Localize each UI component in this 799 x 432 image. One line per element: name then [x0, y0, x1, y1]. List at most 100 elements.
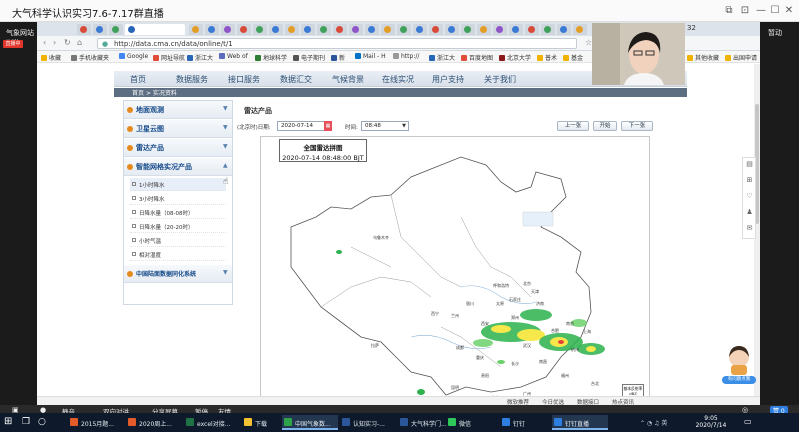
bookmark-item[interactable]: 收藏 — [41, 53, 61, 62]
sidebar-item-daily-precip-20[interactable]: 日降水量（20-20时） — [130, 220, 226, 233]
time-select[interactable]: 08:48 ▼ — [361, 121, 409, 131]
browser-tab-active[interactable] — [125, 24, 185, 35]
sidebar-section-land-assimilation[interactable]: 中国陆面数据同化系统 ▼ — [124, 265, 232, 283]
close-button[interactable]: ✕ — [782, 4, 796, 18]
browser-tab[interactable] — [429, 24, 443, 35]
nav-data-submission[interactable]: 数据汇交 — [280, 74, 312, 85]
radar-mosaic-map[interactable]: 乌鲁木齐 呼和浩特 北京 天津 石家庄 太原 银川 兰州 西宁 西安 郑州 济南… — [260, 136, 650, 426]
sidebar-section-grid-products[interactable]: 智能网格实况产品 ▲ — [124, 158, 232, 176]
browser-tab[interactable] — [285, 24, 299, 35]
sidebar-item-relative-humidity[interactable]: 相对湿度 — [130, 248, 226, 261]
bookmark-item[interactable]: Web of — [219, 53, 248, 60]
taskbar-clock[interactable]: 9:05 2020/7/14 — [688, 415, 734, 429]
notification-icon[interactable]: ▭ — [744, 417, 752, 426]
browser-tab[interactable] — [509, 24, 523, 35]
back-icon[interactable]: ‹ — [43, 38, 46, 47]
browser-tab[interactable] — [189, 24, 203, 35]
sidebar-item-hourly-temp[interactable]: 小时气温 — [130, 234, 226, 247]
sidebar-item-1h-precip[interactable]: 1小时降水 — [130, 178, 226, 191]
address-bar[interactable]: ● http://data.cma.cn/data/online/t/1 — [97, 38, 577, 49]
nav-user-support[interactable]: 用户支持 — [432, 74, 464, 85]
bookmark-item[interactable]: 普术 — [537, 53, 557, 62]
home-icon[interactable]: ⌂ — [77, 38, 82, 47]
browser-tab[interactable] — [381, 24, 395, 35]
system-tray-icons[interactable]: ⌃ ◔ ♫ 英 — [640, 418, 667, 427]
bookmark-item[interactable]: 北京大学 — [499, 53, 531, 62]
taskbar-item-active[interactable]: 钉钉直播 — [552, 415, 608, 430]
browser-tab[interactable] — [253, 24, 267, 35]
bookmark-item[interactable]: 电子期刊 — [293, 53, 325, 62]
bookmark-item[interactable]: 手机收藏夹 — [71, 53, 109, 62]
nav-data-service[interactable]: 数据服务 — [176, 74, 208, 85]
previous-frame-button[interactable]: 上一张 — [557, 121, 589, 131]
task-view-icon[interactable]: ❐ — [22, 416, 34, 428]
restore-window-icon[interactable]: ⧉ — [722, 4, 736, 18]
browser-tab[interactable] — [333, 24, 347, 35]
bookmark-item[interactable]: Google — [119, 53, 148, 60]
taskbar-item-active[interactable]: 中国气象数... — [282, 415, 338, 430]
refresh-icon[interactable]: ↻ — [64, 38, 71, 47]
taskbar-item[interactable]: 认知实习-... — [340, 415, 396, 430]
browser-tab[interactable] — [269, 24, 283, 35]
browser-tab[interactable] — [525, 24, 539, 35]
browser-tab[interactable] — [541, 24, 555, 35]
browser-tab[interactable] — [365, 24, 379, 35]
feedback-icon[interactable]: ✉ — [745, 224, 754, 233]
browser-tab[interactable] — [237, 24, 251, 35]
bookmark-item[interactable]: 其他收藏 — [687, 53, 719, 62]
browser-tab[interactable] — [477, 24, 491, 35]
bookmark-item[interactable]: Mail - H — [355, 53, 386, 60]
browser-tab[interactable] — [93, 24, 107, 35]
cart-icon[interactable]: ⊞ — [745, 176, 754, 185]
bookmark-item[interactable]: 百度地图 — [461, 53, 493, 62]
browser-tab[interactable] — [557, 24, 571, 35]
sidebar-section-surface-obs[interactable]: 地面观测 ▼ — [124, 101, 232, 119]
taskbar-item[interactable]: 钉钉 — [500, 415, 546, 430]
bookmark-item[interactable]: 出国申请 — [725, 53, 757, 62]
start-animation-button[interactable]: 开始 — [593, 121, 617, 131]
browser-tab[interactable] — [493, 24, 507, 35]
browser-tab[interactable] — [573, 24, 587, 35]
nav-live-observations[interactable]: 在线实况 — [382, 74, 414, 85]
nav-about-us[interactable]: 关于我们 — [484, 74, 516, 85]
browser-tab[interactable] — [205, 24, 219, 35]
browser-tab[interactable] — [413, 24, 427, 35]
bookmark-item[interactable]: 浙江大 — [187, 53, 213, 62]
taskbar-item[interactable]: 2020周上... — [126, 415, 182, 430]
nav-climate-background[interactable]: 气候背景 — [332, 74, 364, 85]
browser-tab[interactable] — [109, 24, 123, 35]
document-icon[interactable]: ▤ — [745, 160, 754, 169]
minimize-button[interactable]: — — [754, 4, 768, 18]
browser-tab[interactable] — [301, 24, 315, 35]
browser-tab[interactable] — [77, 24, 91, 35]
taskbar-item[interactable]: excel对接... — [184, 415, 240, 430]
nav-home[interactable]: 首页 — [130, 74, 146, 85]
browser-tab[interactable] — [397, 24, 411, 35]
bookmark-item[interactable]: http:// — [393, 53, 419, 60]
sidebar-section-satellite[interactable]: 卫星云图 ▼ — [124, 120, 232, 138]
bookmark-item[interactable]: 基金 — [563, 53, 583, 62]
heart-icon[interactable]: ♡ — [745, 192, 754, 201]
calendar-icon[interactable]: ▦ — [324, 121, 332, 131]
user-icon[interactable]: ♟ — [745, 208, 754, 217]
sidebar-item-daily-precip-08[interactable]: 日降水量（08-08时） — [130, 206, 226, 219]
bookmark-item[interactable]: 新 — [331, 53, 345, 62]
next-frame-button[interactable]: 下一张 — [621, 121, 653, 131]
windows-start-icon[interactable]: ⊞ — [4, 416, 16, 428]
date-input[interactable]: 2020-07-14 — [277, 121, 327, 131]
browser-tab[interactable] — [317, 24, 331, 35]
search-icon[interactable]: ○ — [38, 416, 50, 428]
bookmark-item[interactable]: 网址导航 — [153, 53, 185, 62]
maximize-button[interactable]: ☐ — [768, 4, 782, 18]
fullscreen-icon[interactable]: ⊡ — [738, 4, 752, 18]
taskbar-item[interactable]: 2015月题... — [68, 415, 124, 430]
nav-api-service[interactable]: 接口服务 — [228, 74, 260, 85]
breadcrumb-text[interactable]: 首页 > 实况资料 — [132, 88, 177, 97]
sidebar-item-3h-precip[interactable]: 3小时降水 — [130, 192, 226, 205]
sidebar-section-radar[interactable]: 雷达产品 ▼ — [124, 139, 232, 157]
help-assistant[interactable]: 有问题点我 — [722, 343, 756, 387]
bookmark-item[interactable]: 地球科学 — [255, 53, 287, 62]
browser-tab[interactable] — [461, 24, 475, 35]
bookmark-item[interactable]: 浙江大 — [429, 53, 455, 62]
browser-tab[interactable] — [349, 24, 363, 35]
